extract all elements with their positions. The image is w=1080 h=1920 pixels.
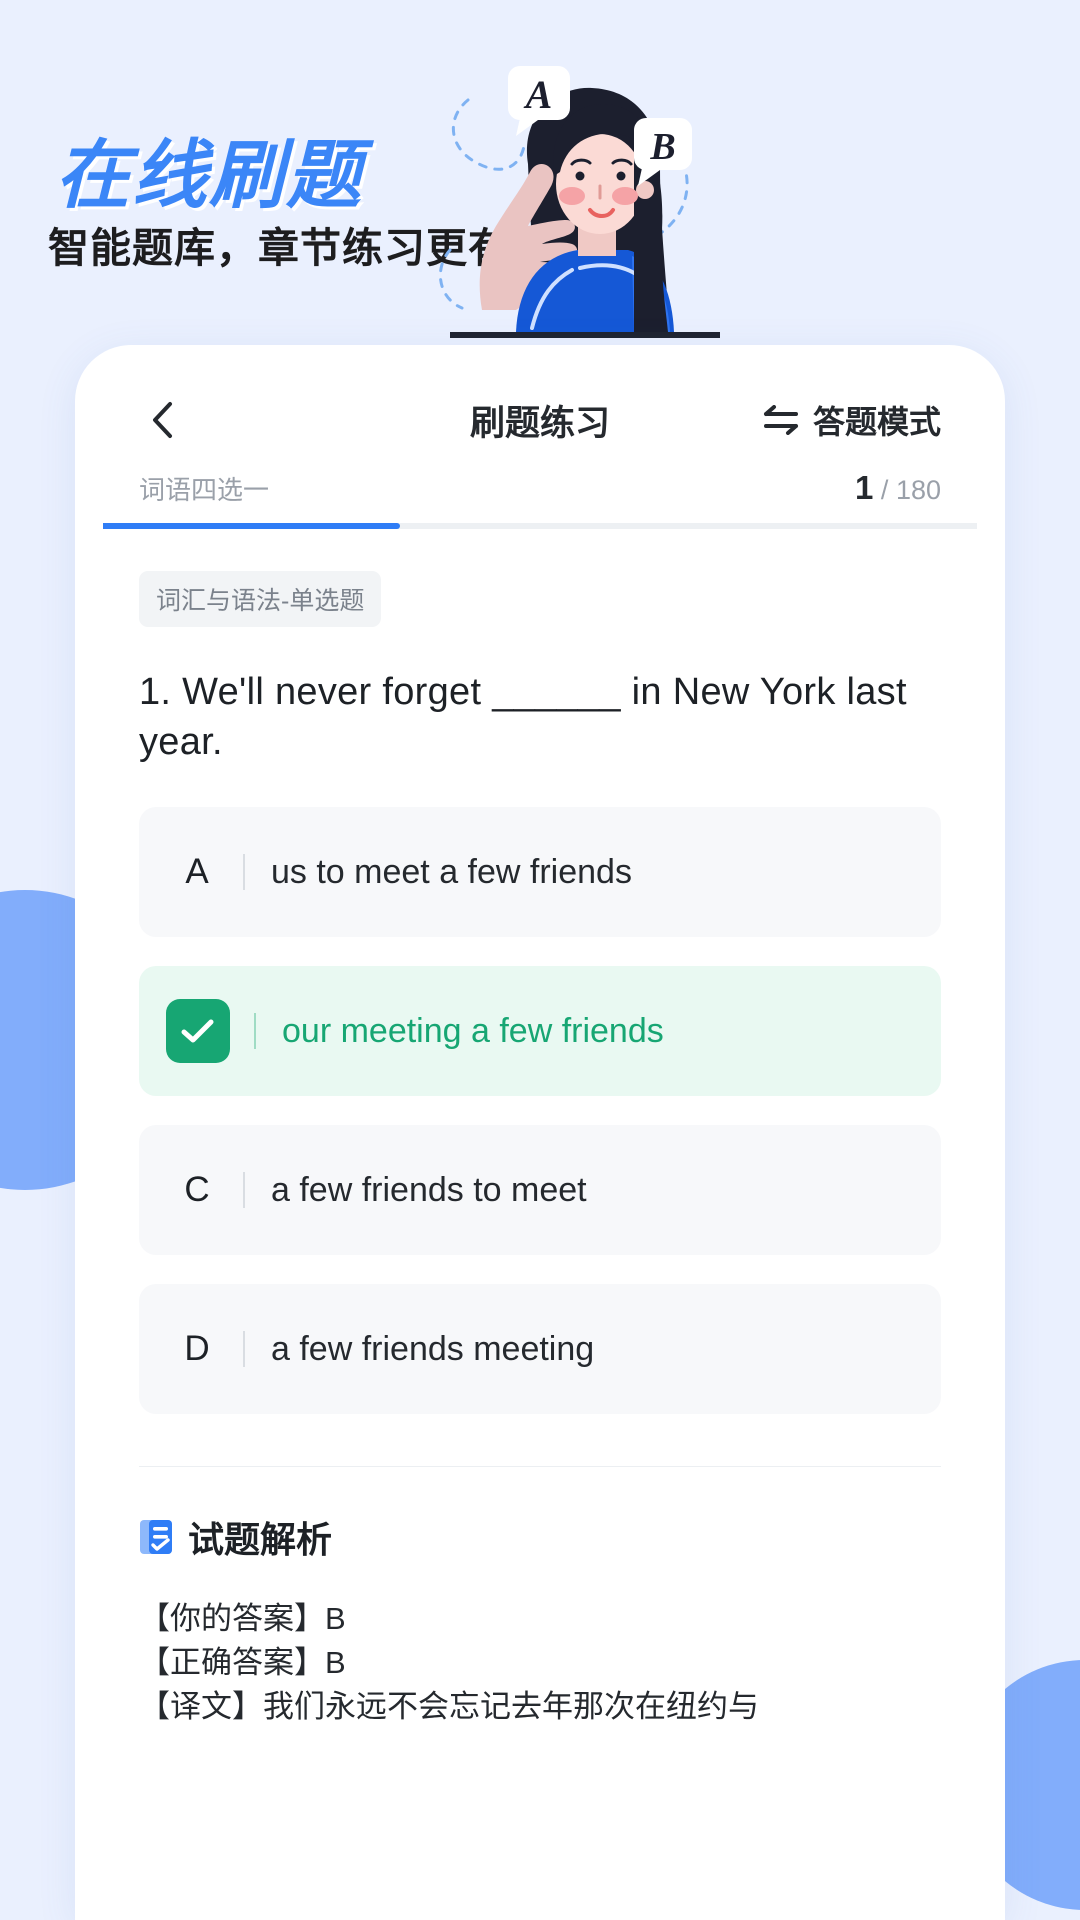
phone-screen: 刷题练习 答题模式 词语四选一 1 / 180 词汇与语法-单选题 1. We'… <box>103 371 977 1920</box>
option-a-text: us to meet a few friends <box>271 852 632 891</box>
svg-text:B: B <box>649 126 675 168</box>
question-separator: / <box>880 475 889 505</box>
question-set-label: 词语四选一 <box>139 475 270 505</box>
analysis-correct-answer: 【正确答案】B <box>139 1645 346 1681</box>
option-b[interactable]: our meeting a few friends <box>139 966 941 1097</box>
chevron-left-icon <box>153 402 172 438</box>
option-d-text: a few friends meeting <box>271 1329 595 1368</box>
question-counter: 1 / 180 <box>855 469 941 507</box>
option-c[interactable]: C a few friends to meet <box>139 1125 941 1256</box>
progress-track[interactable] <box>103 523 977 529</box>
option-b-selected-indicator <box>166 999 230 1064</box>
back-button[interactable] <box>139 397 185 443</box>
option-d-key: D <box>184 1329 210 1369</box>
analysis-title: 试题解析 <box>188 1519 333 1561</box>
question-current: 1 <box>855 469 874 506</box>
option-c-divider <box>243 1172 245 1209</box>
option-a-key: A <box>185 852 209 892</box>
option-d-divider <box>243 1331 245 1368</box>
option-a-divider <box>243 854 245 891</box>
analysis-header: 试题解析 <box>139 1511 941 1563</box>
option-list: A us to meet a few friends our meeting a… <box>139 807 941 1415</box>
option-c-text: a few friends to meet <box>271 1170 587 1209</box>
analysis-lines: 【你的答案】B 【正确答案】B 【译文】我们永远不会忘记去年那次在纽约与 <box>139 1597 941 1729</box>
progress-fill <box>103 523 401 529</box>
app-navbar: 刷题练习 答题模式 <box>103 371 977 469</box>
answer-mode-label: 答题模式 <box>812 404 941 440</box>
answer-mode-button[interactable]: 答题模式 <box>762 397 941 443</box>
option-a[interactable]: A us to meet a few friends <box>139 807 941 938</box>
question-text: 1. We'll never forget ______ in New York… <box>139 671 907 764</box>
option-c-key: C <box>184 1170 210 1210</box>
option-b-text: our meeting a few friends <box>282 1011 664 1050</box>
page-title: 在线刷题 <box>55 133 364 217</box>
analysis-translation: 【译文】我们永远不会忘记去年那次在纽约与 <box>139 1689 759 1725</box>
option-d[interactable]: D a few friends meeting <box>139 1284 941 1415</box>
question-body: 词汇与语法-单选题 1. We'll never forget ______ i… <box>103 529 977 1415</box>
clipboard-check-icon <box>140 1520 172 1555</box>
svg-text:A: A <box>523 72 553 117</box>
option-b-divider <box>254 1013 256 1050</box>
phone-mockup: 刷题练习 答题模式 词语四选一 1 / 180 词汇与语法-单选题 1. We'… <box>75 345 1005 1920</box>
check-icon <box>181 1019 214 1043</box>
progress-row: 词语四选一 1 / 180 <box>103 469 977 523</box>
student-illustration: A B <box>420 60 750 350</box>
analysis-your-answer: 【你的答案】B <box>139 1601 346 1637</box>
question-total: 180 <box>895 475 941 505</box>
question-category-tag: 词汇与语法-单选题 <box>139 571 382 627</box>
analysis-section: 试题解析 【你的答案】B 【正确答案】B 【译文】我们永远不会忘记去年那次在纽约… <box>103 1467 977 1729</box>
swap-arrows-icon <box>763 405 798 435</box>
